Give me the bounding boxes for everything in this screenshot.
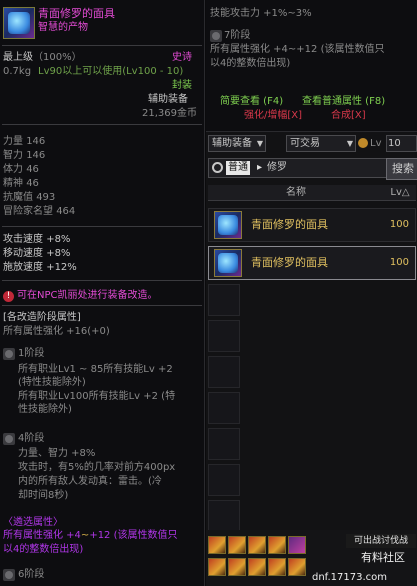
stat-line: 体力 46 bbox=[3, 164, 39, 175]
divider bbox=[2, 45, 202, 46]
stage4-line: 却时间8秒) bbox=[18, 490, 69, 501]
brief-view-link[interactable]: 简要查看 (F4) bbox=[220, 96, 283, 108]
skill-slot[interactable] bbox=[248, 558, 266, 576]
empty-slot bbox=[208, 464, 240, 496]
table-row[interactable]: 青面修罗的面具 100 bbox=[208, 208, 416, 242]
quickslot-bar: 可出战讨伐战 有料社区 dnf.17173.com bbox=[206, 530, 417, 586]
lv-input[interactable]: 10 bbox=[386, 135, 417, 152]
sealed-label: 封装 bbox=[172, 80, 192, 91]
skill-slot[interactable] bbox=[208, 558, 226, 576]
stat-line: 抗魔值 493 bbox=[3, 192, 56, 203]
stat-line: 智力 146 bbox=[3, 150, 46, 161]
skill-slot[interactable] bbox=[228, 536, 246, 554]
transfer-header: 〈遴选属性〉 bbox=[3, 517, 63, 528]
amplify-link[interactable]: 强化/增幅[X] bbox=[244, 110, 302, 122]
stage4-line: 力量、智力 +8% bbox=[18, 448, 96, 459]
divider bbox=[2, 226, 202, 227]
speed-line: 施放速度 +12% bbox=[3, 262, 77, 273]
normal-attr-link[interactable]: 查看普通属性 (F8) bbox=[302, 96, 385, 108]
item-tooltip: 青面修罗的面具 智慧的产物 最上级（100%） 史诗 0.7kg Lv90以上可… bbox=[0, 0, 205, 586]
item-subtitle: 智慧的产物 bbox=[38, 22, 88, 33]
item-type: 辅助装备 bbox=[148, 94, 188, 105]
item-weight: 0.7kg bbox=[3, 66, 32, 77]
search-input[interactable]: 修罗 bbox=[267, 161, 287, 175]
stage4-line: 内的所有敌人发动真：雷击。(冷 bbox=[18, 476, 162, 487]
stage-icon bbox=[3, 433, 15, 445]
divider bbox=[2, 305, 202, 306]
stage1-line: 所有职业Lv100所有技能Lv +2 (特 bbox=[18, 391, 176, 402]
stat-line: 精神 46 bbox=[3, 178, 39, 189]
row-level: 100 bbox=[389, 257, 409, 268]
stage-icon bbox=[3, 569, 15, 581]
empty-slot bbox=[208, 500, 240, 532]
level-requirement: Lv90以上可以使用(Lv100 - 10) bbox=[38, 66, 184, 77]
search-bar: 普通 ▸ 修罗 bbox=[208, 158, 388, 178]
item-icon bbox=[3, 7, 35, 39]
community-watermark: 有料社区 bbox=[361, 551, 405, 564]
tooltip2-line: 所有属性强化 +4~+12 (该属性数值只 bbox=[210, 44, 385, 55]
empty-slot bbox=[208, 320, 240, 352]
auction-panel: 技能攻击力 +1%~3% 7阶段 所有属性强化 +4~+12 (该属性数值只 以… bbox=[206, 0, 417, 586]
skill-slot[interactable] bbox=[248, 536, 266, 554]
empty-slot bbox=[208, 284, 240, 316]
trade-select[interactable]: 可交易 ▼ bbox=[286, 135, 356, 152]
warning-icon: ! bbox=[3, 291, 14, 302]
skill-slot[interactable] bbox=[268, 558, 286, 576]
stage-icon bbox=[210, 30, 222, 42]
stage1-title: 1阶段 bbox=[18, 348, 45, 359]
skill-slot[interactable] bbox=[288, 558, 306, 576]
upgrade-all-stats: 所有属性强化 +16(+0) bbox=[3, 326, 110, 337]
item-icon bbox=[214, 211, 242, 239]
speed-line: 移动速度 +8% bbox=[3, 248, 71, 259]
search-caret-icon: ▸ bbox=[257, 162, 263, 173]
rarity-label: 史诗 bbox=[172, 52, 192, 63]
column-name-header[interactable]: 名称 bbox=[208, 185, 384, 201]
lv-label: Lv bbox=[370, 138, 382, 149]
stat-line: 冒险家名望 464 bbox=[3, 206, 76, 217]
secondary-tooltip: 技能攻击力 +1%~3% 7阶段 所有属性强化 +4~+12 (该属性数值只 以… bbox=[206, 0, 417, 132]
item-name: 青面修罗的面具 bbox=[38, 7, 115, 20]
skill-slot[interactable] bbox=[208, 536, 226, 554]
column-lv-header[interactable]: Lv△ bbox=[384, 185, 416, 201]
search-button[interactable]: 搜索 bbox=[386, 158, 417, 180]
stage1-line: 所有职业Lv1 ~ 85所有技能Lv +2 bbox=[18, 364, 173, 375]
search-icon bbox=[212, 162, 223, 173]
empty-slot bbox=[208, 392, 240, 424]
event-banner: 可出战讨伐战 bbox=[346, 534, 416, 548]
skill-slot[interactable] bbox=[288, 536, 306, 554]
table-row[interactable]: 青面修罗的面具 100 bbox=[208, 246, 416, 280]
stage1-line: (特性技能除外) bbox=[18, 377, 86, 388]
item-icon bbox=[214, 249, 242, 277]
stage-icon bbox=[3, 348, 15, 360]
stage7-title: 7阶段 bbox=[224, 30, 251, 41]
transfer-line: 以4的整数倍出现) bbox=[3, 544, 84, 555]
stage4-title: 4阶段 bbox=[18, 433, 45, 444]
row-name: 青面修罗的面具 bbox=[251, 256, 328, 269]
tooltip2-line: 以4的整数倍出现) bbox=[210, 58, 291, 69]
item-price: 21,369金币 bbox=[142, 108, 197, 119]
site-watermark: dnf.17173.com bbox=[312, 572, 388, 583]
skill-slot[interactable] bbox=[268, 536, 286, 554]
synthesis-link[interactable]: 合成[X] bbox=[331, 110, 366, 122]
stat-line: 力量 146 bbox=[3, 136, 46, 147]
category-select[interactable]: 辅助装备 ▼ bbox=[208, 135, 266, 152]
transfer-line: 所有属性强化 +4~+12 (该属性数值只 bbox=[3, 530, 178, 541]
stage4-line: 攻击时，有5%的几率对前方400px bbox=[18, 462, 176, 473]
empty-slot bbox=[208, 356, 240, 388]
divider bbox=[2, 124, 202, 125]
skill-slot[interactable] bbox=[228, 558, 246, 576]
speed-line: 攻击速度 +8% bbox=[3, 234, 71, 245]
filter-icon bbox=[358, 138, 368, 148]
row-level: 100 bbox=[389, 219, 409, 230]
search-mode-select[interactable]: 普通 bbox=[226, 161, 250, 175]
upgrade-header: [各改造阶段属性] bbox=[3, 312, 81, 323]
row-name: 青面修罗的面具 bbox=[251, 218, 328, 231]
tooltip2-line: 技能攻击力 +1%~3% bbox=[210, 8, 312, 19]
stage6-title: 6阶段 bbox=[18, 569, 45, 580]
empty-slot bbox=[208, 428, 240, 460]
upgrade-notice: 可在NPC凯丽处进行装备改造。 bbox=[17, 290, 158, 301]
divider bbox=[2, 280, 202, 281]
stage1-line: 性技能除外) bbox=[18, 404, 72, 415]
grade-label: 最上级（100%） bbox=[3, 52, 82, 63]
